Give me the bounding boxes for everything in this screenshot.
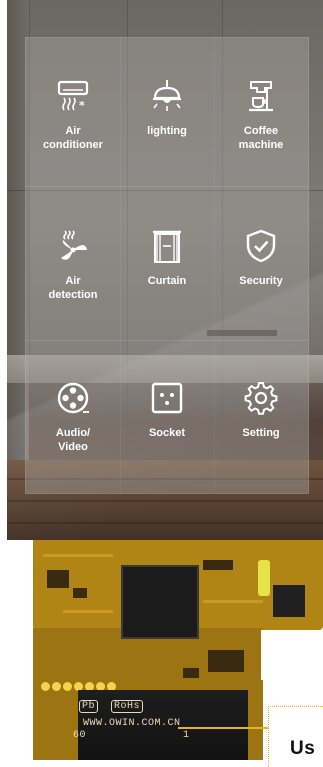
solder-pad [52, 682, 61, 691]
tile-label: Curtain [147, 275, 187, 287]
socket-icon [151, 382, 183, 414]
board-number-left: 60 [73, 730, 87, 741]
display-screen: * Air conditioner lighting Coffee machin… [7, 0, 323, 540]
security-shield-icon [246, 229, 276, 263]
callout-leader-line [178, 727, 270, 729]
pb-mark: Pb [79, 700, 99, 713]
board-number-right: 1 [183, 730, 190, 741]
audio-video-icon [57, 382, 89, 414]
lighting-icon [153, 80, 181, 111]
tile-label: lighting [147, 125, 187, 137]
tile-socket[interactable]: Socket [120, 340, 214, 490]
tile-coffee-machine[interactable]: Coffee machine [214, 38, 308, 188]
tile-security[interactable]: Security [214, 188, 308, 338]
svg-text:*: * [79, 99, 85, 112]
tile-label: Security [239, 275, 283, 287]
rohs-mark: RoHs [111, 700, 144, 713]
tile-label: Air detection [48, 275, 98, 301]
controller-chip [121, 565, 199, 639]
board-url: WWW.OWIN.COM.CN [83, 718, 181, 729]
curtain-icon [153, 230, 181, 263]
coffee-machine-icon [249, 81, 273, 112]
board-component [203, 560, 233, 570]
tile-label: Audio/ Video [55, 427, 91, 453]
board-component [208, 650, 244, 672]
tile-label: Setting [242, 427, 280, 439]
gear-icon [244, 382, 278, 415]
callout-label: Us [290, 738, 316, 759]
control-panel: * Air conditioner lighting Coffee machin… [25, 37, 309, 494]
tile-curtain[interactable]: Curtain [120, 188, 214, 338]
air-conditioner-icon: * [57, 80, 89, 112]
tile-label: Socket [148, 427, 186, 439]
tile-label: Air conditioner [43, 125, 103, 151]
tile-air-detection[interactable]: Air detection [26, 188, 120, 338]
tile-label: Coffee machine [238, 125, 284, 151]
tile-audio-video[interactable]: Audio/ Video [26, 340, 120, 490]
air-detection-icon [61, 230, 87, 260]
tile-lighting[interactable]: lighting [120, 38, 214, 188]
solder-pad [41, 682, 50, 691]
secondary-chip [273, 585, 305, 617]
board-component [47, 570, 69, 588]
tile-air-conditioner[interactable]: * Air conditioner [26, 38, 120, 188]
board-connector [258, 560, 270, 596]
board-component [183, 668, 199, 678]
board-component [73, 588, 87, 598]
solder-pad [63, 682, 72, 691]
tile-setting[interactable]: Setting [214, 340, 308, 490]
